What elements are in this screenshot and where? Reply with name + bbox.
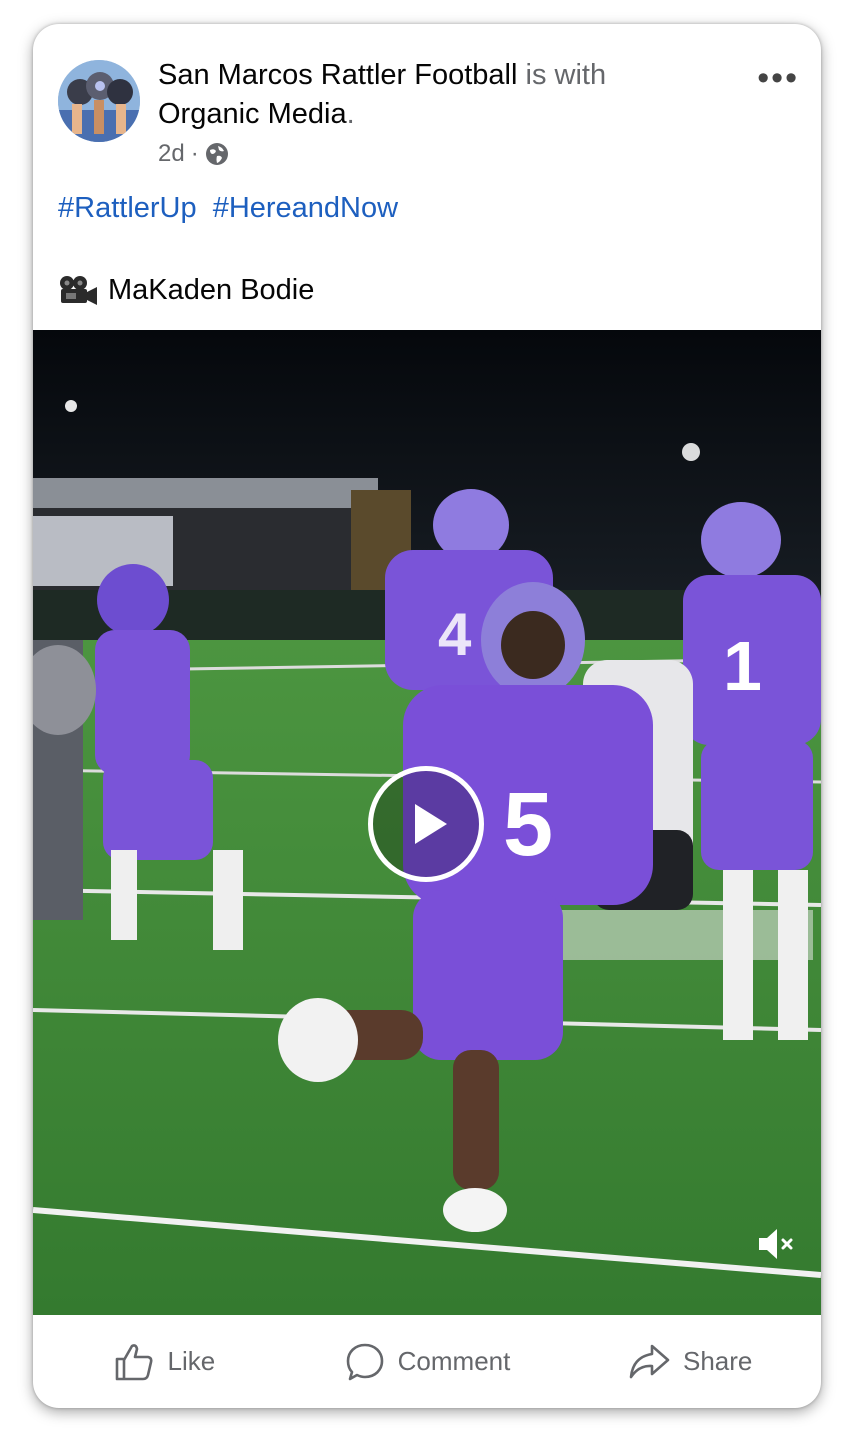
share-arrow-icon (629, 1344, 670, 1378)
with-text: is with (525, 59, 607, 91)
credit-name: MaKaden Bodie (108, 274, 315, 306)
comment-label: Comment (397, 1346, 511, 1376)
svg-text:5: 5 (503, 775, 553, 875)
speaker-muted-icon (759, 1229, 793, 1259)
hashtag-link[interactable]: #RattlerUp (58, 192, 197, 224)
post-header: San Marcos Rattler Football is with Orga… (158, 56, 606, 134)
page-avatar[interactable] (58, 60, 140, 142)
movie-camera-icon (58, 275, 98, 307)
mute-toggle[interactable] (755, 1226, 799, 1262)
post-card: San Marcos Rattler Football is with Orga… (33, 24, 821, 1408)
page-name-link[interactable]: San Marcos Rattler Football (158, 59, 517, 91)
meta-separator: · (190, 140, 199, 167)
comment-bubble-icon (346, 1343, 383, 1380)
action-bar: Like Comment Share (33, 1315, 821, 1408)
globe-icon (205, 142, 229, 166)
like-label: Like (167, 1346, 216, 1376)
like-button[interactable]: Like (33, 1341, 296, 1383)
share-label: Share (682, 1346, 753, 1376)
tagged-page-link[interactable]: Organic Media (158, 98, 347, 130)
header-period: . (346, 98, 355, 130)
hashtag-link[interactable]: #HereandNow (213, 192, 398, 224)
post-meta: 2d · (158, 140, 229, 168)
play-button[interactable] (368, 766, 484, 882)
more-options-icon[interactable]: ••• (757, 61, 799, 95)
video-player[interactable]: 1 5 4 (33, 330, 821, 1315)
video-credit: MaKaden Bodie (58, 274, 314, 307)
hashtags: #RattlerUp #HereandNow (58, 192, 406, 225)
thumbs-up-icon (116, 1343, 153, 1380)
svg-text:1: 1 (723, 627, 762, 705)
share-button[interactable]: Share (558, 1341, 821, 1383)
play-icon (415, 804, 447, 844)
post-timestamp[interactable]: 2d (158, 140, 185, 168)
comment-button[interactable]: Comment (296, 1341, 559, 1383)
svg-text:4: 4 (438, 601, 472, 668)
